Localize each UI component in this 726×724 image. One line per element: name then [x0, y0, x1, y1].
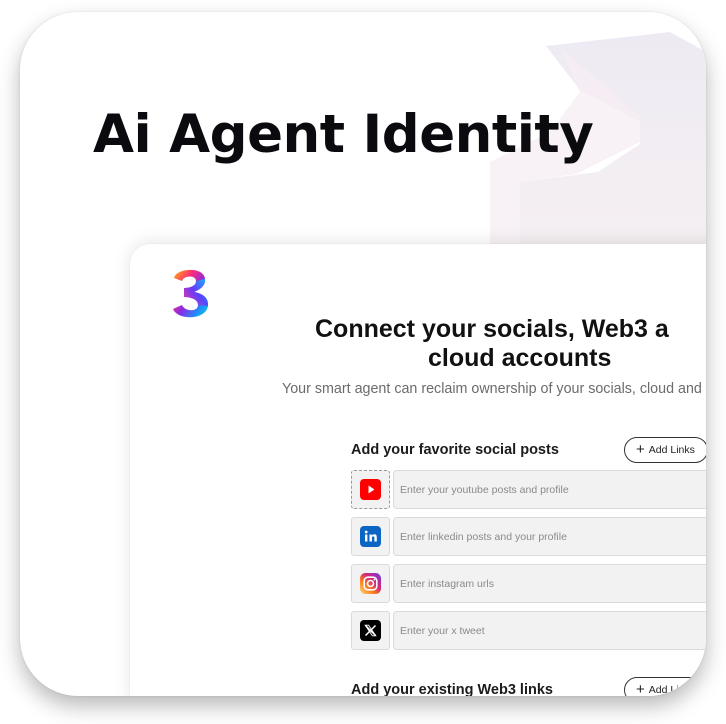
web3-section-title: Add your existing Web3 links: [351, 682, 553, 696]
connect-accounts-panel: Connect your socials, Web3 a cloud accou…: [130, 244, 706, 696]
youtube-row: Enter your youtube posts and profile: [351, 470, 706, 510]
add-web3-links-button[interactable]: + Add Lin: [624, 677, 706, 696]
plus-icon: +: [636, 681, 645, 696]
plus-icon: +: [636, 441, 645, 458]
x-icon: [360, 620, 381, 641]
x-icon-box[interactable]: [351, 611, 390, 650]
instagram-icon-box[interactable]: [351, 564, 390, 603]
linkedin-input[interactable]: Enter linkedin posts and your profile: [393, 517, 706, 556]
instagram-input[interactable]: Enter instagram urls: [393, 564, 706, 603]
page-title: Ai Agent Identity: [93, 104, 594, 165]
panel-subtitle: Your smart agent can reclaim ownership o…: [282, 381, 702, 397]
add-web3-links-label: Add Lin: [648, 684, 685, 696]
youtube-icon-box[interactable]: [351, 470, 390, 509]
social-section-title: Add your favorite social posts: [351, 442, 559, 458]
linkedin-icon: [360, 526, 381, 547]
promo-card: Ai Agent Identity Connect your socials, …: [20, 12, 706, 696]
panel-heading-line2: cloud accounts: [428, 344, 612, 372]
instagram-row: Enter instagram urls: [351, 564, 706, 604]
add-links-button[interactable]: + Add Links: [624, 437, 706, 463]
app-logo-icon: [173, 269, 209, 318]
x-input[interactable]: Enter your x tweet: [393, 611, 706, 650]
linkedin-row: Enter linkedin posts and your profile: [351, 517, 706, 557]
panel-heading-line1: Connect your socials, Web3 a: [315, 315, 669, 343]
instagram-icon: [360, 573, 381, 594]
linkedin-icon-box[interactable]: [351, 517, 390, 556]
x-row: Enter your x tweet: [351, 611, 706, 651]
youtube-icon: [360, 479, 381, 500]
add-links-label: Add Links: [648, 444, 695, 456]
youtube-input[interactable]: Enter your youtube posts and profile: [393, 470, 706, 509]
